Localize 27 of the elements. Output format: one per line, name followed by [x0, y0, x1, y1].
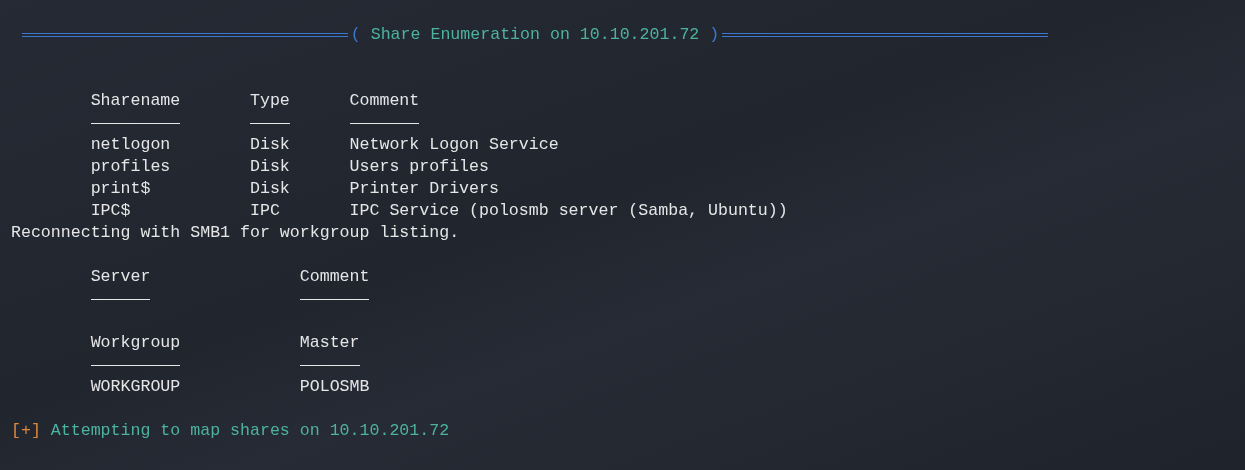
table-cell-text: IPC$ [90, 200, 132, 222]
table-cell-text: Network Logon Service [349, 134, 560, 156]
column-header: Workgroup [90, 332, 182, 354]
column-header: Server [90, 266, 152, 288]
column-header: Comment [349, 90, 421, 112]
table-cell-text: Disk [249, 178, 291, 200]
table-cell-text: Disk [249, 156, 291, 178]
column-header: Master [299, 332, 361, 354]
column-header: Sharename [90, 90, 182, 112]
column-header: Comment [299, 266, 370, 288]
table-cell-text: profiles [90, 156, 172, 178]
table-cell-text: WORKGROUP [90, 376, 182, 398]
bracket-text: ) [708, 24, 721, 46]
column-header: Type [249, 90, 291, 112]
bracket-text: ( [349, 24, 362, 46]
table-cell-text: netlogon [90, 134, 172, 156]
output-line: Reconnecting with SMB1 for workgroup listing. [11, 222, 460, 244]
table-cell-text: IPC [249, 200, 281, 222]
status-text: Attempting to map shares on 10.10.201.72 [50, 420, 450, 442]
table-cell-text: Users profiles [349, 156, 490, 178]
table-cell: POLOSMB [299, 376, 370, 398]
section-title: Share Enumeration on 10.10.201.72 [370, 24, 700, 46]
status-tag: [+] [11, 420, 41, 442]
table-cell: IPC Service (polosmb server (Samba, Ubuntu)) [349, 200, 788, 222]
table-cell-text: Printer Drivers [349, 178, 500, 200]
table-cell-text: print$ [90, 178, 152, 200]
table-cell-text: Disk [249, 134, 291, 156]
